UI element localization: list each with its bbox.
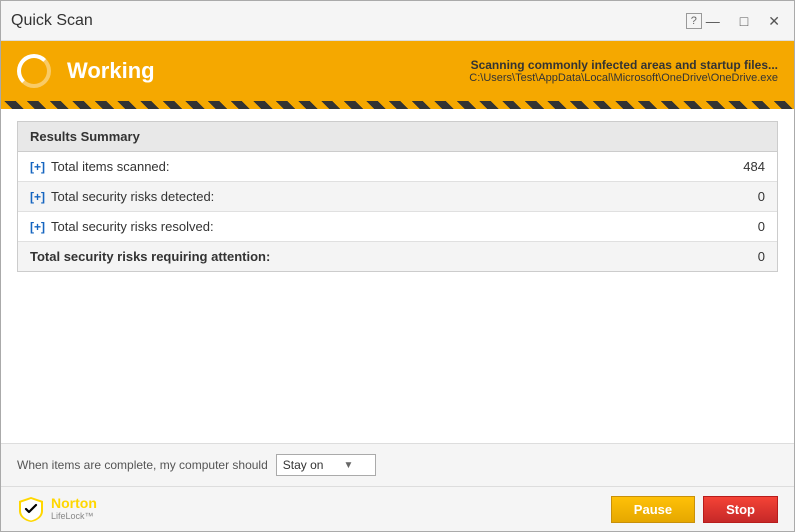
table-row: [+] Total security risks detected: 0: [18, 182, 777, 212]
chevron-down-icon: ▼: [343, 460, 353, 471]
row-label-2: Total security risks detected:: [51, 189, 735, 204]
window-title: Quick Scan: [11, 12, 678, 30]
norton-name: Norton: [51, 496, 97, 511]
expand-icon-3[interactable]: [+]: [30, 220, 45, 234]
row-value-4: 0: [735, 249, 765, 264]
row-label-3: Total security risks resolved:: [51, 219, 735, 234]
norton-brand-text: Norton LifeLock™: [51, 496, 97, 521]
warning-band: [1, 101, 794, 109]
file-path: C:\Users\Test\AppData\Local\Microsoft\On…: [469, 72, 778, 84]
close-button[interactable]: ✕: [764, 12, 784, 30]
expand-icon-1[interactable]: [+]: [30, 160, 45, 174]
window-controls: — □ ✕: [702, 12, 784, 30]
expand-icon-2[interactable]: [+]: [30, 190, 45, 204]
help-button[interactable]: ?: [686, 13, 702, 29]
scan-info: Scanning commonly infected areas and sta…: [469, 58, 778, 84]
dropdown-value: Stay on: [283, 458, 324, 472]
row-value-2: 0: [735, 189, 765, 204]
main-content: Results Summary [+] Total items scanned:…: [1, 109, 794, 443]
row-value-3: 0: [735, 219, 765, 234]
status-bar: Working Scanning commonly infected areas…: [1, 41, 794, 101]
norton-logo: Norton LifeLock™: [17, 495, 97, 523]
footer-buttons: Pause Stop: [611, 496, 778, 523]
table-row: [+] Total items scanned: 484: [18, 152, 777, 182]
title-bar: Quick Scan ? — □ ✕: [1, 1, 794, 41]
scanning-label: Scanning commonly infected areas and sta…: [469, 58, 778, 72]
row-value-1: 484: [735, 159, 765, 174]
bottom-section: When items are complete, my computer sho…: [1, 443, 794, 486]
when-complete-label: When items are complete, my computer sho…: [17, 458, 268, 472]
row-label-4: Total security risks requiring attention…: [30, 249, 735, 264]
minimize-button[interactable]: —: [702, 12, 724, 30]
spinner-icon: [17, 54, 51, 88]
footer: Norton LifeLock™ Pause Stop: [1, 486, 794, 531]
norton-shield-icon: [17, 495, 45, 523]
norton-subtitle: LifeLock™: [51, 512, 97, 522]
table-row: [+] Total security risks resolved: 0: [18, 212, 777, 242]
main-window: Quick Scan ? — □ ✕ Working Scanning comm…: [0, 0, 795, 532]
maximize-button[interactable]: □: [736, 12, 752, 30]
table-row: Total security risks requiring attention…: [18, 242, 777, 271]
working-label: Working: [67, 58, 453, 84]
row-label-1: Total items scanned:: [51, 159, 735, 174]
results-panel: Results Summary [+] Total items scanned:…: [17, 121, 778, 272]
results-header: Results Summary: [18, 122, 777, 152]
stop-button[interactable]: Stop: [703, 496, 778, 523]
computer-action-dropdown[interactable]: Stay on ▼: [276, 454, 376, 476]
pause-button[interactable]: Pause: [611, 496, 695, 523]
